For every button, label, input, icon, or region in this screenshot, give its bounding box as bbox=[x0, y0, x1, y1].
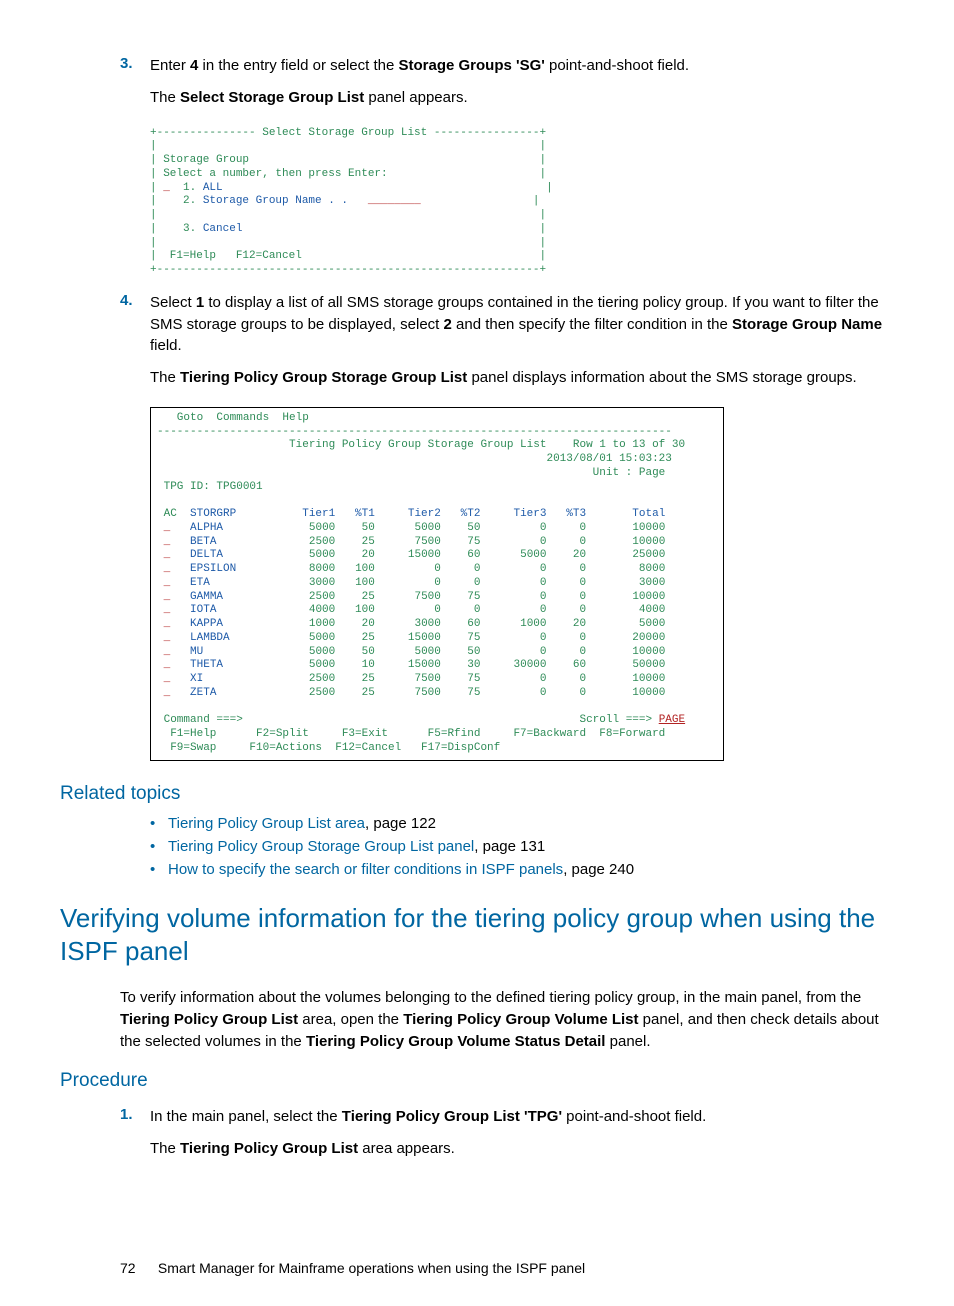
text: panel appears. bbox=[364, 89, 467, 106]
related-topic: Tiering Policy Group List area, page 122 bbox=[150, 815, 894, 832]
page-number: 72 bbox=[120, 1260, 154, 1276]
step-body: In the main panel, select the Tiering Po… bbox=[150, 1106, 894, 1170]
step-number: 3. bbox=[120, 55, 150, 119]
text-bold: Storage Group Name bbox=[732, 316, 882, 333]
related-topics-heading: Related topics bbox=[60, 783, 894, 805]
related-topic: Tiering Policy Group Storage Group List … bbox=[150, 838, 894, 855]
text: in the entry field or select the bbox=[198, 57, 398, 74]
step-number: 4. bbox=[120, 292, 150, 399]
text: and then specify the filter condition in… bbox=[452, 316, 732, 333]
related-topic: How to specify the search or filter cond… bbox=[150, 861, 894, 878]
text-bold: 2 bbox=[444, 316, 452, 333]
step-body: Select 1 to display a list of all SMS st… bbox=[150, 292, 894, 399]
step-body: Enter 4 in the entry field or select the… bbox=[150, 55, 894, 119]
text: , page 131 bbox=[474, 838, 545, 855]
procedure-step-1: 1. In the main panel, select the Tiering… bbox=[120, 1106, 894, 1170]
storage-group-list-panel: Goto Commands Help ---------------------… bbox=[150, 407, 724, 761]
text-bold: Tiering Policy Group Volume List bbox=[403, 1011, 638, 1028]
text: Select bbox=[150, 294, 196, 311]
text-bold: Tiering Policy Group Storage Group List bbox=[180, 369, 467, 386]
link[interactable]: Tiering Policy Group List area bbox=[168, 815, 365, 832]
text: panel displays information about the SMS… bbox=[467, 369, 856, 386]
document-page: 3. Enter 4 in the entry field or select … bbox=[0, 0, 954, 1306]
text: To verify information about the volumes … bbox=[120, 989, 861, 1006]
text: point-and-shoot field. bbox=[562, 1108, 706, 1125]
text-bold: Tiering Policy Group List bbox=[180, 1140, 358, 1157]
text-bold: Tiering Policy Group Volume Status Detai… bbox=[306, 1033, 606, 1050]
procedure-heading: Procedure bbox=[60, 1070, 894, 1092]
link[interactable]: Tiering Policy Group Storage Group List … bbox=[168, 838, 474, 855]
text: panel. bbox=[605, 1033, 650, 1050]
text-bold: Select Storage Group List bbox=[180, 89, 364, 106]
text: The bbox=[150, 369, 180, 386]
section-heading: Verifying volume information for the tie… bbox=[60, 902, 894, 970]
text: , page 240 bbox=[563, 861, 634, 878]
text: The bbox=[150, 89, 180, 106]
intro-paragraph: To verify information about the volumes … bbox=[120, 987, 894, 1052]
text-bold: 1 bbox=[196, 294, 204, 311]
footer-text: Smart Manager for Mainframe operations w… bbox=[158, 1260, 585, 1276]
text: area appears. bbox=[358, 1140, 455, 1157]
select-storage-group-panel: +--------------- Select Storage Group Li… bbox=[150, 127, 894, 278]
link[interactable]: How to specify the search or filter cond… bbox=[168, 861, 563, 878]
text-bold: Storage Groups 'SG' bbox=[398, 57, 544, 74]
step-3: 3. Enter 4 in the entry field or select … bbox=[120, 55, 894, 119]
text-bold: Tiering Policy Group List bbox=[120, 1011, 298, 1028]
step-number: 1. bbox=[120, 1106, 150, 1170]
text: Enter bbox=[150, 57, 190, 74]
text: point-and-shoot field. bbox=[545, 57, 689, 74]
text-bold: Tiering Policy Group List 'TPG' bbox=[342, 1108, 562, 1125]
text: area, open the bbox=[298, 1011, 403, 1028]
text: field. bbox=[150, 337, 182, 354]
step-4: 4. Select 1 to display a list of all SMS… bbox=[120, 292, 894, 399]
related-topics-list: Tiering Policy Group List area, page 122… bbox=[150, 815, 894, 878]
text: In the main panel, select the bbox=[150, 1108, 342, 1125]
text: The bbox=[150, 1140, 180, 1157]
page-footer: 72 Smart Manager for Mainframe operation… bbox=[120, 1260, 894, 1276]
text: , page 122 bbox=[365, 815, 436, 832]
